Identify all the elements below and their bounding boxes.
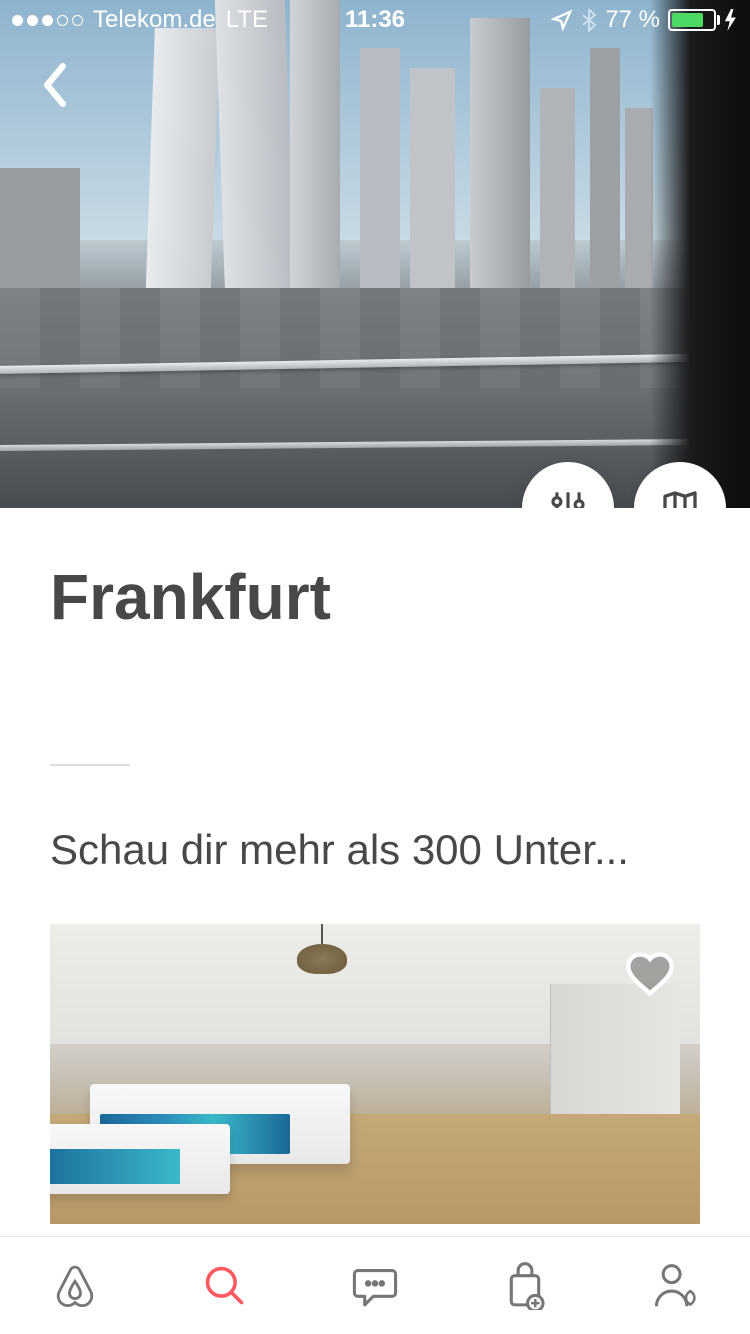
status-bar: Telekom.de LTE 11:36 77 % [0,0,750,40]
status-left: Telekom.de LTE [12,6,268,34]
battery-percent-label: 77 % [605,6,660,34]
tab-search[interactable] [185,1256,265,1316]
listings-count-text: Schau dir mehr als 300 Unter... [50,826,700,874]
bluetooth-icon [581,8,597,32]
tab-bar [0,1236,750,1334]
hero-image [0,0,750,508]
divider [50,764,130,766]
listing-card[interactable] [50,924,700,1224]
sliders-icon [549,489,587,508]
person-icon [653,1262,697,1310]
status-right: 77 % [551,6,738,34]
tab-explore[interactable] [35,1256,115,1316]
search-icon [203,1264,247,1308]
tab-trips[interactable] [485,1256,565,1316]
bag-icon [504,1262,546,1310]
map-button[interactable] [634,462,726,508]
filters-button[interactable] [522,462,614,508]
battery-icon [668,9,716,31]
chevron-left-icon [41,63,69,107]
city-title: Frankfurt [50,560,700,634]
airbnb-logo-icon [53,1262,97,1310]
back-button[interactable] [30,60,80,110]
location-icon [551,9,573,31]
carrier-label: Telekom.de [93,6,216,34]
network-label: LTE [226,6,268,34]
heart-icon [624,950,676,998]
content-section: Frankfurt Schau dir mehr als 300 Unter..… [0,508,750,874]
map-icon [660,488,700,508]
charging-icon [724,9,738,31]
chat-icon [351,1264,399,1308]
wishlist-button[interactable] [620,944,680,1004]
tab-inbox[interactable] [335,1256,415,1316]
clock-label: 11:36 [345,6,405,34]
signal-strength-icon [12,15,83,26]
hero-actions [522,462,726,508]
tab-profile[interactable] [635,1256,715,1316]
